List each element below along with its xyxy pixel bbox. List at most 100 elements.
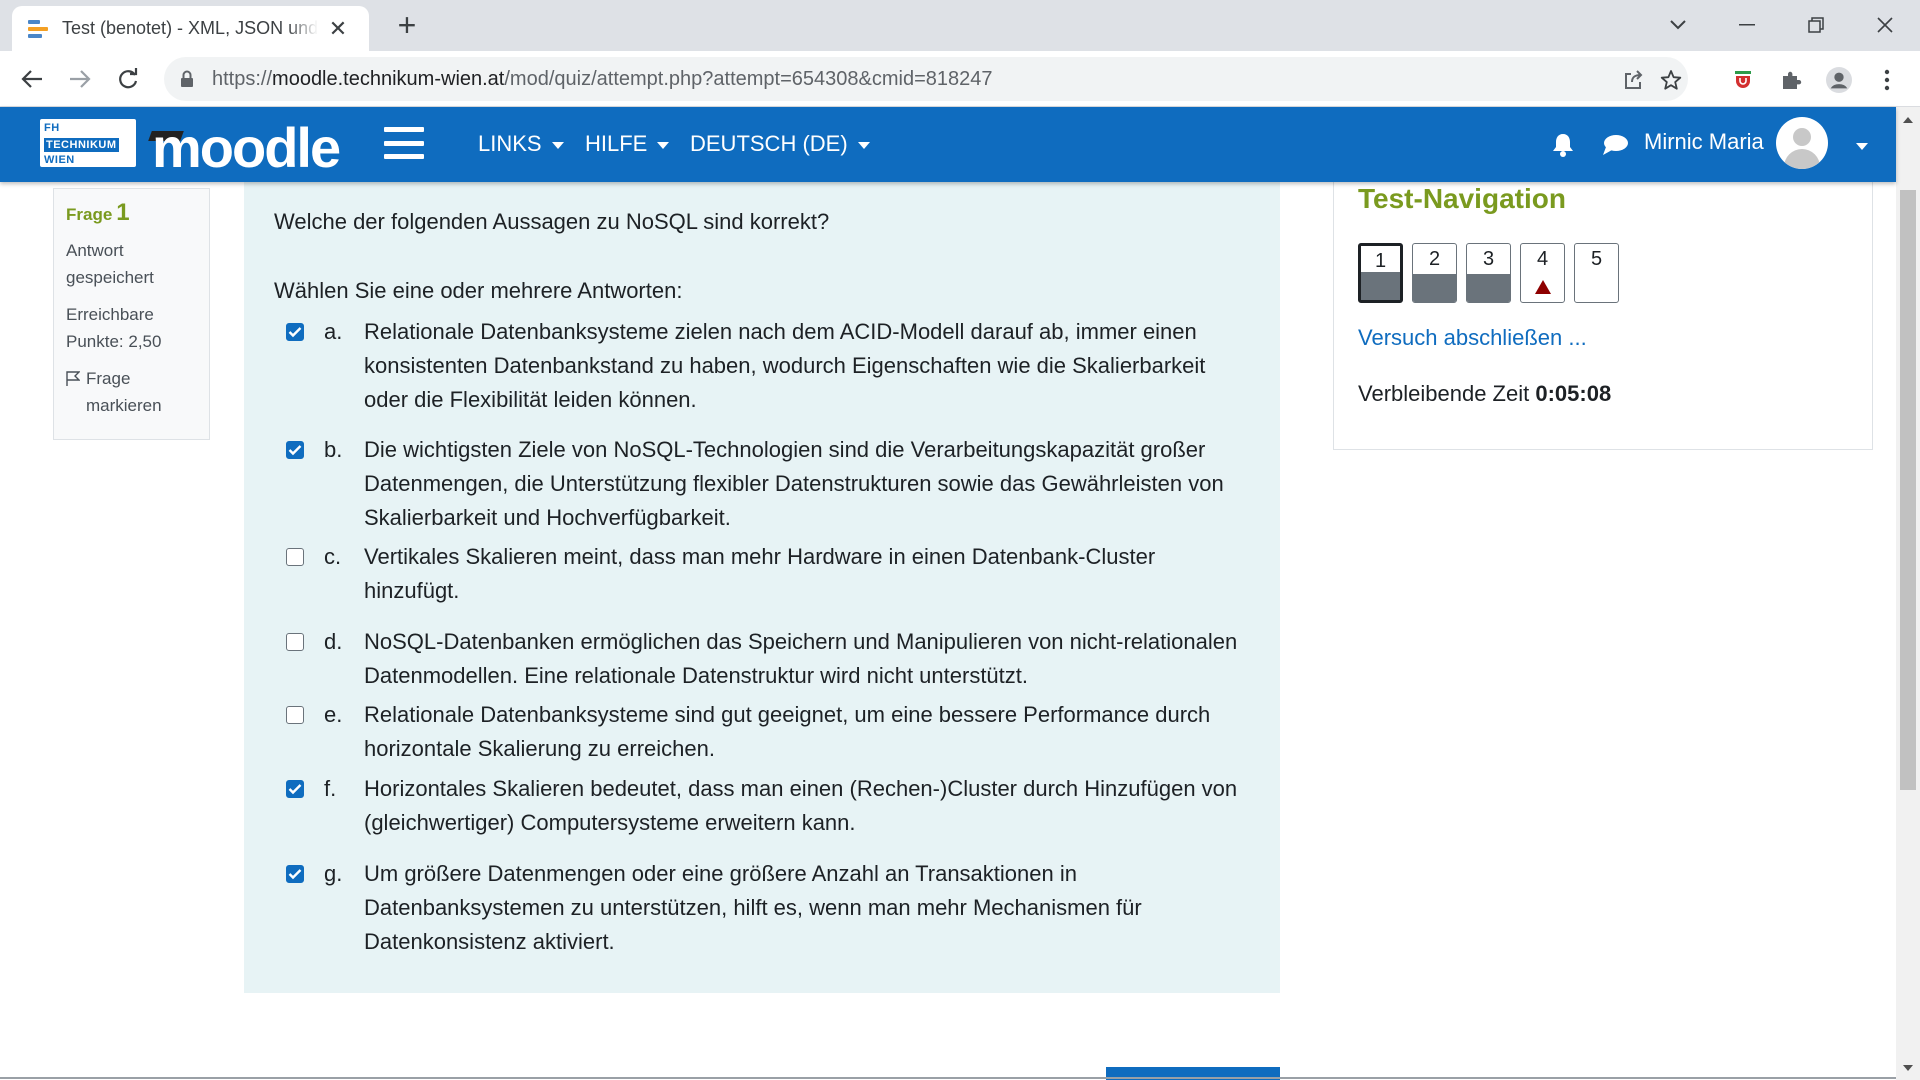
- bottom-divider: [0, 1077, 1896, 1079]
- caret-down-icon: [657, 141, 670, 149]
- question-nav-button-3[interactable]: 3: [1466, 243, 1511, 303]
- answer-letter: a.: [324, 319, 343, 344]
- test-navigation-title: Test-Navigation: [1358, 183, 1566, 214]
- lock-icon[interactable]: [180, 70, 194, 88]
- menu-help[interactable]: HILFE: [585, 131, 670, 157]
- moodle-favicon-icon: [28, 19, 48, 39]
- checkbox-b[interactable]: [286, 441, 304, 459]
- user-menu-caret-icon[interactable]: [1856, 143, 1868, 150]
- answer-text: Die wichtigsten Ziele von NoSQL-Technolo…: [364, 437, 1224, 530]
- answer-text: Um größere Datenmengen oder eine größere…: [364, 861, 1142, 954]
- user-avatar[interactable]: [1776, 117, 1828, 169]
- question-nav-button-4[interactable]: 4: [1520, 243, 1565, 303]
- page-content: Frage 1 Antwort gespeichert Erreichbare P…: [0, 182, 1896, 1080]
- url-path: /mod/quiz/attempt.php?attempt=654308&cmi…: [504, 67, 993, 90]
- answer-prompt: Wählen Sie eine oder mehrere Antworten:: [274, 278, 683, 303]
- url-host: moodle.technikum-wien.at: [272, 67, 505, 90]
- tab-title: Test (benotet) - XML, JSON und NoSQL: [62, 18, 318, 38]
- bookmark-star-icon[interactable]: [1658, 67, 1684, 93]
- answer-letter: g.: [324, 861, 343, 886]
- moodle-brand[interactable]: moodle: [152, 115, 341, 180]
- checkbox-c[interactable]: [286, 548, 304, 566]
- new-tab-icon[interactable]: +: [390, 9, 424, 43]
- answer-letter: d.: [324, 629, 343, 654]
- question-nav-number: 3: [1482, 248, 1495, 270]
- answer-text: Relationale Datenbanksysteme sind gut ge…: [364, 702, 1211, 761]
- checkbox-e[interactable]: [286, 706, 304, 724]
- user-name[interactable]: Mirnic Maria: [1644, 129, 1764, 155]
- question-number: 1: [116, 199, 130, 226]
- reload-icon[interactable]: [110, 61, 146, 97]
- achievable-points: Erreichbare Punkte: 2,50: [66, 301, 197, 355]
- answered-indicator: [1413, 274, 1456, 302]
- question-panel: Welche der folgenden Aussagen zu NoSQL s…: [244, 182, 1280, 993]
- menu-links[interactable]: LINKS: [478, 131, 564, 157]
- answer-option-a[interactable]: a. Relationale Datenbanksysteme zielen n…: [286, 315, 1246, 417]
- question-nav-number: 1: [1374, 250, 1387, 272]
- answer-option-b[interactable]: b. Die wichtigsten Ziele von NoSQL-Techn…: [286, 433, 1246, 535]
- url-text[interactable]: https://moodle.technikum-wien.at/mod/qui…: [212, 68, 993, 91]
- question-nav-number: 4: [1536, 248, 1549, 270]
- answer-option-f[interactable]: f. Horizontales Skalieren bedeutet, dass…: [286, 772, 1246, 840]
- extensions-puzzle-icon[interactable]: [1778, 67, 1804, 93]
- forward-icon[interactable]: [62, 61, 98, 97]
- fh-technikum-logo[interactable]: FH TECHNIKUM WIEN: [40, 119, 136, 167]
- points-line-1: Erreichbare: [66, 305, 154, 324]
- answer-option-e[interactable]: e. Relationale Datenbanksysteme sind gut…: [286, 698, 1246, 766]
- close-window-icon[interactable]: [1865, 8, 1905, 42]
- restore-icon[interactable]: [1796, 8, 1836, 42]
- minimize-icon[interactable]: [1727, 8, 1767, 42]
- finish-attempt-link[interactable]: Versuch abschließen ...: [1358, 325, 1587, 351]
- browser-tab[interactable]: Test (benotet) - XML, JSON und NoSQL ✕: [12, 6, 369, 51]
- flag-line-1: Frage: [86, 369, 131, 388]
- caret-down-icon: [857, 141, 870, 149]
- scroll-up-arrow-icon[interactable]: [1900, 112, 1916, 128]
- answered-indicator: [1467, 274, 1510, 302]
- answered-indicator: [1361, 272, 1400, 300]
- answer-text: Horizontales Skalieren bedeutet, dass ma…: [364, 776, 1238, 835]
- bell-icon[interactable]: [1548, 131, 1578, 159]
- scroll-down-arrow-icon[interactable]: [1900, 1060, 1916, 1076]
- answer-option-g[interactable]: g. Um größere Datenmengen oder eine größ…: [286, 857, 1246, 959]
- extension-shield-icon[interactable]: [1730, 67, 1756, 93]
- question-label: Frage: [66, 205, 113, 224]
- checkbox-f[interactable]: [286, 780, 304, 798]
- menu-links-label: LINKS: [478, 131, 542, 156]
- checkbox-a[interactable]: [286, 323, 304, 341]
- question-nav-button-1[interactable]: 1: [1358, 243, 1403, 303]
- question-text: Welche der folgenden Aussagen zu NoSQL s…: [274, 209, 830, 234]
- checkbox-d[interactable]: [286, 633, 304, 651]
- flag-outline-icon: [66, 371, 80, 386]
- menu-help-label: HILFE: [585, 131, 648, 156]
- url-bar[interactable]: https://moodle.technikum-wien.at/mod/qui…: [164, 57, 1688, 101]
- browser-address-bar: https://moodle.technikum-wien.at/mod/qui…: [0, 51, 1920, 107]
- checkbox-g[interactable]: [286, 865, 304, 883]
- question-nav-button-5[interactable]: 5: [1574, 243, 1619, 303]
- answer-letter: c.: [324, 544, 342, 569]
- question-nav-number: 2: [1428, 248, 1441, 270]
- answer-option-d[interactable]: d. NoSQL-Datenbanken ermöglichen das Spe…: [286, 625, 1246, 693]
- menu-language[interactable]: DEUTSCH (DE): [690, 131, 870, 157]
- question-nav-button-2[interactable]: 2: [1412, 243, 1457, 303]
- answer-text: Relationale Datenbanksysteme zielen nach…: [364, 319, 1206, 412]
- flagged-triangle-icon: [1535, 280, 1551, 294]
- profile-icon[interactable]: [1826, 67, 1852, 93]
- hamburger-menu-icon[interactable]: [384, 127, 424, 159]
- answer-text: Vertikales Skalieren meint, dass man meh…: [364, 544, 1156, 603]
- back-icon[interactable]: [14, 61, 50, 97]
- url-prefix: https://: [212, 67, 273, 90]
- tab-close-icon[interactable]: ✕: [326, 16, 350, 42]
- remaining-time: Verbleibende Zeit 0:05:08: [1358, 381, 1611, 407]
- flag-question-link[interactable]: Frage markieren: [66, 365, 197, 419]
- tab-search-icon[interactable]: [1658, 8, 1698, 42]
- answer-option-c[interactable]: c. Vertikales Skalieren meint, dass man …: [286, 540, 1246, 608]
- remaining-time-label: Verbleibende Zeit: [1358, 381, 1530, 406]
- menu-language-label: DEUTSCH (DE): [690, 131, 848, 156]
- browser-tab-bar: Test (benotet) - XML, JSON und NoSQL ✕ +: [0, 0, 1920, 51]
- logo-line-1: FH: [44, 122, 60, 134]
- share-icon[interactable]: [1620, 67, 1646, 93]
- chat-icon[interactable]: [1600, 131, 1630, 159]
- moodle-navbar: FH TECHNIKUM WIEN moodle LINKS HILFE DEU…: [0, 107, 1896, 182]
- scrollbar-thumb[interactable]: [1900, 190, 1916, 790]
- browser-menu-icon[interactable]: [1874, 67, 1900, 93]
